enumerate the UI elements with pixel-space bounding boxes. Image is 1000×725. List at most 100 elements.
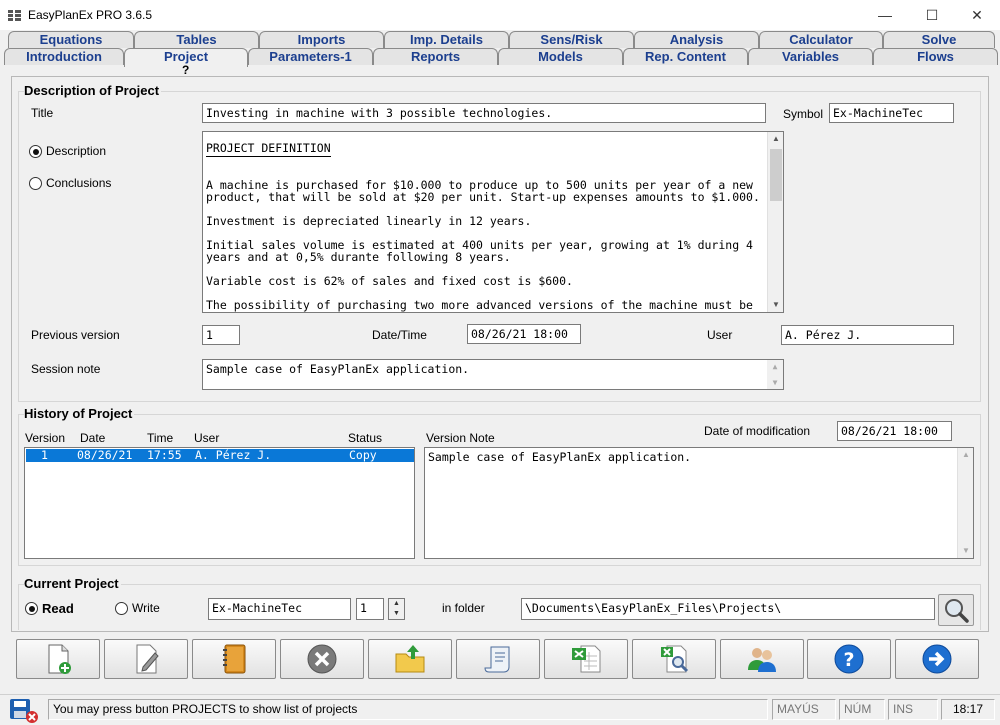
scroll-down-icon[interactable]: ▼: [767, 376, 783, 389]
delete-project-button[interactable]: [280, 639, 364, 679]
window-title: EasyPlanEx PRO 3.6.5: [28, 8, 153, 22]
tab-parameters-1[interactable]: Parameters-1: [248, 48, 373, 65]
session-note-label: Session note: [31, 362, 101, 376]
projects-book-button[interactable]: [192, 639, 276, 679]
help-icon: ?: [834, 644, 864, 674]
scroll-up-icon[interactable]: ▲: [768, 132, 783, 146]
description-textarea[interactable]: PROJECT DEFINITION A machine is purchase…: [202, 131, 784, 313]
svg-text:?: ?: [843, 649, 854, 671]
description-scrollbar[interactable]: ▲ ▼: [767, 132, 783, 312]
version-stepper-input[interactable]: 1: [356, 598, 384, 620]
session-note-input[interactable]: Sample case of EasyPlanEx application. ▲…: [202, 359, 784, 390]
description-paragraph: Variable cost is 62% of sales and fixed …: [206, 274, 573, 288]
tab-flows[interactable]: Flows: [873, 48, 998, 65]
folder-label: in folder: [442, 601, 485, 615]
title-input[interactable]: Investing in machine with 3 possible tec…: [202, 103, 766, 123]
read-radio[interactable]: [25, 602, 38, 615]
tab-reports[interactable]: Reports: [373, 48, 498, 65]
users-button[interactable]: [720, 639, 804, 679]
history-list[interactable]: 1 08/26/21 17:55 A. Pérez J. Copy: [24, 447, 415, 559]
tab-calculator[interactable]: Calculator: [759, 31, 883, 48]
history-section-title: History of Project: [24, 406, 135, 421]
version-note-scrollbar[interactable]: ▲ ▼: [957, 448, 973, 558]
version-stepper[interactable]: ▲ ▼: [388, 598, 405, 620]
row-version: 1: [41, 448, 48, 462]
minimize-button[interactable]: —: [862, 0, 908, 30]
session-note-text: Sample case of EasyPlanEx application.: [206, 362, 470, 376]
tab-analysis[interactable]: Analysis: [634, 31, 759, 48]
address-book-icon: [223, 644, 246, 674]
clock: 18:17: [941, 699, 995, 720]
col-date: Date: [80, 431, 106, 445]
next-button[interactable]: [895, 639, 979, 679]
stepper-down-icon[interactable]: ▼: [389, 609, 404, 619]
scroll-thumb[interactable]: [770, 149, 782, 201]
tab-row-bottom: Introduction Project Parameters-1 Report…: [0, 48, 1000, 67]
tab-rep-content[interactable]: Rep. Content: [623, 48, 748, 65]
description-paragraph: The possibility of purchasing two more a…: [206, 298, 753, 312]
scroll-up-icon[interactable]: ▲: [958, 448, 973, 462]
cancel-icon: [307, 644, 337, 674]
excel-search-icon: [661, 645, 689, 673]
tab-solve[interactable]: Solve: [883, 31, 995, 48]
edit-document-icon: [136, 644, 159, 674]
tab-imports[interactable]: Imports: [259, 31, 384, 48]
current-project-input[interactable]: Ex-MachineTec: [208, 598, 351, 620]
browse-folder-button[interactable]: [938, 594, 974, 626]
previous-version-label: Previous version: [31, 328, 120, 342]
description-section-title: Description of Project: [24, 83, 162, 98]
symbol-label: Symbol: [783, 107, 824, 121]
version-note-textarea[interactable]: Sample case of EasyPlanEx application. ▲…: [424, 447, 974, 559]
col-user: User: [194, 431, 220, 445]
row-time: 17:55: [147, 448, 182, 462]
open-folder-button[interactable]: [368, 639, 452, 679]
current-project-title: Current Project: [24, 576, 121, 591]
datetime-input[interactable]: 08/26/21 18:00: [467, 324, 581, 344]
date-modification-label: Date of modification: [704, 424, 811, 438]
version-note-text: Sample case of EasyPlanEx application.: [428, 450, 692, 464]
view-excel-button[interactable]: [632, 639, 716, 679]
scroll-down-icon[interactable]: ▼: [768, 298, 783, 312]
new-project-button[interactable]: [16, 639, 100, 679]
session-note-scrollbar[interactable]: ▲ ▼: [767, 360, 783, 389]
export-excel-button[interactable]: [544, 639, 628, 679]
user-input[interactable]: A. Pérez J.: [781, 325, 954, 345]
scroll-up-icon[interactable]: ▲: [767, 360, 783, 373]
save-exit-icon[interactable]: [9, 698, 39, 724]
script-button[interactable]: [456, 639, 540, 679]
tab-imp-details[interactable]: Imp. Details: [384, 31, 509, 48]
col-time: Time: [147, 431, 174, 445]
close-button[interactable]: ✕: [954, 0, 1000, 30]
excel-export-icon: [572, 645, 601, 673]
tab-equations[interactable]: Equations: [8, 31, 134, 48]
tab-models[interactable]: Models: [498, 48, 623, 65]
tab-variables[interactable]: Variables: [748, 48, 873, 65]
maximize-button[interactable]: ☐: [909, 0, 955, 30]
row-status: Copy: [349, 448, 377, 462]
datetime-label: Date/Time: [372, 328, 427, 342]
row-user: A. Pérez J.: [195, 448, 272, 462]
tab-introduction[interactable]: Introduction: [4, 48, 124, 65]
scroll-down-icon[interactable]: ▼: [958, 544, 973, 558]
conclusions-radio[interactable]: [29, 177, 42, 190]
row-date: 08/26/21: [77, 448, 133, 462]
description-heading: PROJECT DEFINITION: [206, 141, 331, 157]
write-radio[interactable]: [115, 602, 128, 615]
status-bar: You may press button PROJECTS to show li…: [0, 694, 1000, 725]
magnifier-icon: [945, 599, 969, 623]
minimize-icon: —: [878, 7, 892, 23]
close-icon: ✕: [971, 6, 983, 23]
edit-project-button[interactable]: [104, 639, 188, 679]
date-modification-input[interactable]: 08/26/21 18:00: [837, 421, 952, 441]
description-radio[interactable]: [29, 145, 42, 158]
help-button[interactable]: ?: [807, 639, 891, 679]
table-row[interactable]: 1 08/26/21 17:55 A. Pérez J. Copy: [26, 449, 414, 462]
symbol-input[interactable]: Ex-MachineTec: [829, 103, 954, 123]
tab-tables[interactable]: Tables: [134, 31, 259, 48]
stepper-up-icon[interactable]: ▲: [389, 599, 404, 609]
tab-sens-risk[interactable]: Sens/Risk: [509, 31, 634, 48]
previous-version-input[interactable]: 1: [202, 325, 240, 345]
folder-input[interactable]: \Documents\EasyPlanEx_Files\Projects\: [521, 598, 935, 620]
title-bar: EasyPlanEx PRO 3.6.5 — ☐ ✕: [0, 0, 1000, 30]
col-version: Version: [25, 431, 66, 445]
